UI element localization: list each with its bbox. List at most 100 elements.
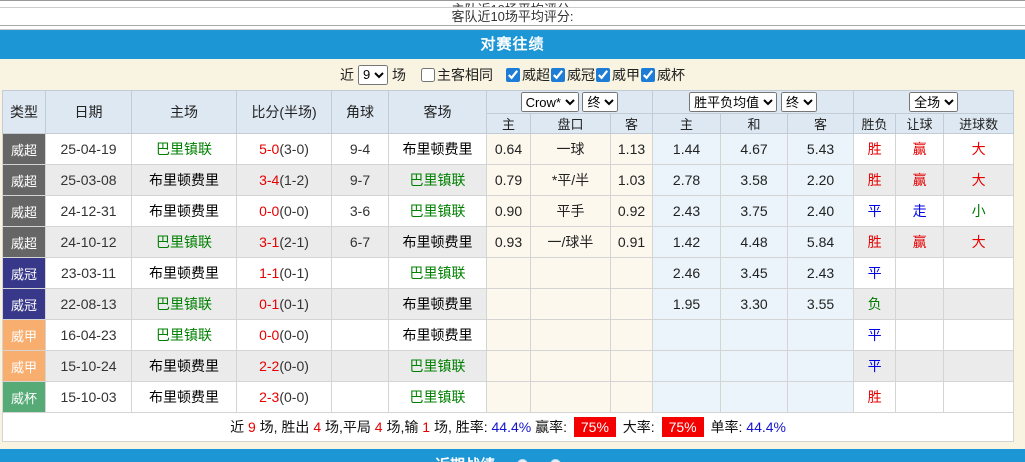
goals-cell <box>944 289 1014 320</box>
let-ball-cell <box>896 382 944 413</box>
rate-badge: 75% <box>574 417 616 437</box>
handicap-line <box>531 289 611 320</box>
section-title-bar: 对赛往绩 <box>0 29 1025 59</box>
let-ball-cell: 赢 <box>896 165 944 196</box>
match-date: 24-12-31 <box>46 196 132 227</box>
rate-badge: 75% <box>662 417 704 437</box>
avg-away: 3.55 <box>788 289 854 320</box>
corner-score <box>332 289 389 320</box>
col-header-home: 主场 <box>132 91 237 134</box>
match-date: 25-04-19 <box>46 134 132 165</box>
odds-final-select[interactable]: 终 <box>582 92 618 112</box>
home-team: 布里顿费里 <box>132 258 237 289</box>
match-row: 威甲15-10-24布里顿费里2-2(0-0)巴里镇联平 <box>3 351 1014 382</box>
goals-cell <box>944 258 1014 289</box>
handicap-line <box>531 320 611 351</box>
match-row: 威冠22-08-13巴里镇联0-1(0-1)布里顿费里1.953.303.55负 <box>3 289 1014 320</box>
avg-draw: 3.75 <box>721 196 788 227</box>
col-header-result: 胜负 <box>854 114 896 134</box>
avg-away: 2.20 <box>788 165 854 196</box>
odds-home <box>487 351 531 382</box>
same-venue-option[interactable]: 主客相同 <box>420 65 493 85</box>
result-cell: 胜 <box>854 165 896 196</box>
away-team: 巴里镇联 <box>389 382 487 413</box>
odds-away <box>611 351 653 382</box>
match-date: 23-03-11 <box>46 258 132 289</box>
away-team: 巴里镇联 <box>389 196 487 227</box>
let-ball-cell: 赢 <box>896 134 944 165</box>
result-cell: 胜 <box>854 382 896 413</box>
scope-select[interactable]: 全场 <box>909 92 958 112</box>
handicap-line: 平手 <box>531 196 611 227</box>
next-section-title: 近期战绩 <box>435 454 495 462</box>
home-rating-label: 主队近10场平均评分: <box>451 0 573 8</box>
result-cell: 负 <box>854 289 896 320</box>
odds-home: 0.90 <box>487 196 531 227</box>
goals-cell <box>944 382 1014 413</box>
match-score: 0-0(0-0) <box>237 196 332 227</box>
league-checkbox-0[interactable] <box>506 68 520 82</box>
league-filter-1[interactable]: 威冠 <box>550 65 595 85</box>
avg-home <box>653 351 721 382</box>
corner-score <box>332 382 389 413</box>
summary-text: 4 <box>313 419 321 435</box>
head-to-head-table: 类型 日期 主场 比分(半场) 角球 客场 Crow* 终 胜平负均值 终 全场 <box>2 90 1014 442</box>
avg-final-select[interactable]: 终 <box>781 92 817 112</box>
home-team: 布里顿费里 <box>132 382 237 413</box>
league-checkbox-2[interactable] <box>596 68 610 82</box>
let-ball-cell <box>896 289 944 320</box>
handicap-line: 一球 <box>531 134 611 165</box>
match-row: 威冠23-03-11布里顿费里1-1(0-1)巴里镇联2.463.452.43平 <box>3 258 1014 289</box>
odds-away: 1.13 <box>611 134 653 165</box>
corner-score <box>332 320 389 351</box>
home-team: 巴里镇联 <box>132 289 237 320</box>
odds-away: 1.03 <box>611 165 653 196</box>
col-header-type: 类型 <box>3 91 46 134</box>
league-label-1: 威冠 <box>567 65 595 85</box>
league-filter-2[interactable]: 威甲 <box>595 65 640 85</box>
league-filter-3[interactable]: 威杯 <box>640 65 685 85</box>
avg-draw <box>721 382 788 413</box>
match-row: 威超24-12-31布里顿费里0-0(0-0)3-6巴里镇联0.90平手0.92… <box>3 196 1014 227</box>
avg-away: 2.40 <box>788 196 854 227</box>
home-team: 巴里镇联 <box>132 134 237 165</box>
result-cell: 平 <box>854 351 896 382</box>
col-header-let-ball: 让球 <box>896 114 944 134</box>
games-label: 场 <box>392 65 406 85</box>
league-checkbox-3[interactable] <box>641 68 655 82</box>
match-score: 2-2(0-0) <box>237 351 332 382</box>
corner-score: 9-4 <box>332 134 389 165</box>
avg-away <box>788 320 854 351</box>
odds-away <box>611 289 653 320</box>
summary-cell: 近 9 场, 胜出 4 场,平局 4 场,输 1 场, 胜率: 44.4% 赢率… <box>3 413 1014 442</box>
goals-cell: 小 <box>944 196 1014 227</box>
match-count-select[interactable]: 9 <box>358 65 388 85</box>
odds-home <box>487 320 531 351</box>
match-date: 24-10-12 <box>46 227 132 258</box>
league-checkbox-1[interactable] <box>551 68 565 82</box>
odds-home: 0.64 <box>487 134 531 165</box>
same-venue-checkbox[interactable] <box>421 68 435 82</box>
let-ball-cell <box>896 320 944 351</box>
avg-draw <box>721 320 788 351</box>
league-filter-0[interactable]: 威超 <box>505 65 550 85</box>
handicap-line: 一/球半 <box>531 227 611 258</box>
avg-home: 1.44 <box>653 134 721 165</box>
corner-score: 9-7 <box>332 165 389 196</box>
avg-away: 5.84 <box>788 227 854 258</box>
home-team: 布里顿费里 <box>132 165 237 196</box>
section-title: 对赛往绩 <box>480 36 544 53</box>
match-row: 威超24-10-12巴里镇联3-1(2-1)6-7布里顿费里0.93一/球半0.… <box>3 227 1014 258</box>
col-header-odds-away: 客 <box>611 114 653 134</box>
goals-cell: 大 <box>944 227 1014 258</box>
odds-away: 0.91 <box>611 227 653 258</box>
avg-draw: 4.67 <box>721 134 788 165</box>
avg-source-select[interactable]: 胜平负均值 <box>689 92 777 112</box>
summary-text: 大率: <box>619 419 659 435</box>
odds-away <box>611 382 653 413</box>
odds-source-select[interactable]: Crow* <box>521 92 579 112</box>
result-cell: 平 <box>854 258 896 289</box>
col-header-date: 日期 <box>46 91 132 134</box>
goals-cell <box>944 320 1014 351</box>
scope-group-header: 全场 <box>854 91 1014 114</box>
